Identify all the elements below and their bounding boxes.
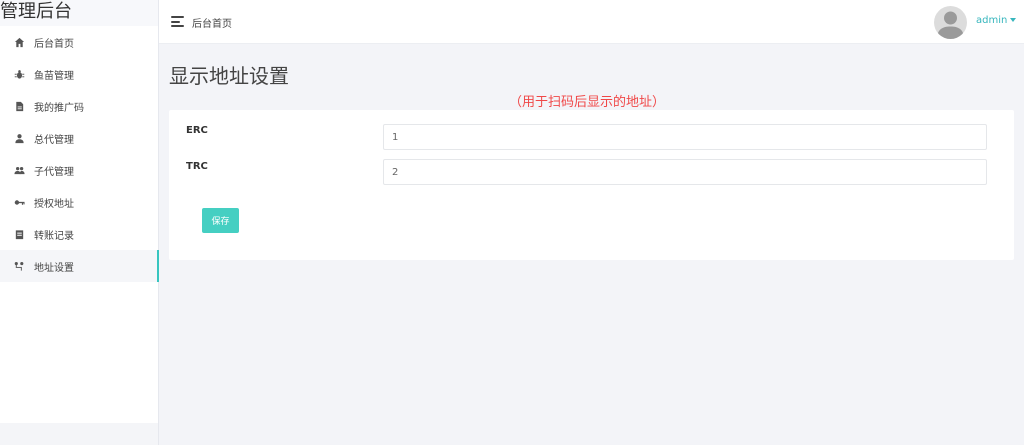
- sidebar-item-label: 后台首页: [34, 38, 74, 50]
- erc-label: ERC: [186, 125, 208, 136]
- sidebar-item-promo-code[interactable]: 我的推广码: [0, 90, 158, 122]
- sidebar-footer: [0, 423, 158, 445]
- settings-icon: [13, 260, 25, 272]
- sidebar-menu: 后台首页 鱼苗管理 我的推广码 总代管理 子代管理 授权地址 转账记录 地址设置: [0, 26, 159, 282]
- sidebar-item-label: 转账记录: [34, 230, 74, 242]
- bug-icon: [13, 68, 25, 80]
- save-button[interactable]: 保存: [202, 208, 239, 233]
- top-bar: 后台首页 admin: [159, 0, 1024, 44]
- page-title: 显示地址设置: [169, 64, 289, 88]
- sidebar: 管理后台 后台首页 鱼苗管理 我的推广码 总代管理 子代管理 授权地址 转账记录…: [0, 0, 159, 445]
- sidebar-item-address-settings[interactable]: 地址设置: [0, 250, 159, 282]
- menu-toggle-icon[interactable]: [171, 16, 184, 27]
- user-icon: [13, 132, 25, 144]
- key-icon: [13, 196, 25, 208]
- sidebar-item-authorized-addresses[interactable]: 授权地址: [0, 186, 158, 218]
- sidebar-item-label: 总代管理: [34, 134, 74, 146]
- address-settings-form: ERC TRC 保存: [169, 110, 1014, 260]
- sidebar-item-fish-management[interactable]: 鱼苗管理: [0, 58, 158, 90]
- sidebar-item-label: 授权地址: [34, 198, 74, 210]
- document-icon: [13, 100, 25, 112]
- avatar[interactable]: [934, 6, 967, 39]
- trc-input[interactable]: [383, 159, 987, 185]
- sidebar-item-dashboard[interactable]: 后台首页: [0, 26, 158, 58]
- sidebar-item-label: 鱼苗管理: [34, 70, 74, 82]
- brand-title: 管理后台: [0, 0, 158, 26]
- notice-text: （用于扫码后显示的地址）: [509, 95, 666, 110]
- user-menu[interactable]: admin: [976, 15, 1017, 26]
- username: admin: [976, 15, 1008, 26]
- trc-label: TRC: [186, 161, 208, 172]
- sidebar-item-transfer-records[interactable]: 转账记录: [0, 218, 158, 250]
- users-icon: [13, 164, 25, 176]
- user-avatar-icon: [937, 11, 964, 39]
- sidebar-item-label: 地址设置: [34, 262, 74, 274]
- sidebar-item-sub-agents[interactable]: 子代管理: [0, 154, 158, 186]
- erc-input[interactable]: [383, 124, 987, 150]
- chevron-down-icon: [1010, 18, 1017, 22]
- home-icon: [13, 36, 25, 48]
- sidebar-item-label: 子代管理: [34, 166, 74, 178]
- clipboard-icon: [13, 228, 25, 240]
- sidebar-item-general-agents[interactable]: 总代管理: [0, 122, 158, 154]
- breadcrumb[interactable]: 后台首页: [192, 15, 232, 30]
- sidebar-item-label: 我的推广码: [34, 102, 84, 114]
